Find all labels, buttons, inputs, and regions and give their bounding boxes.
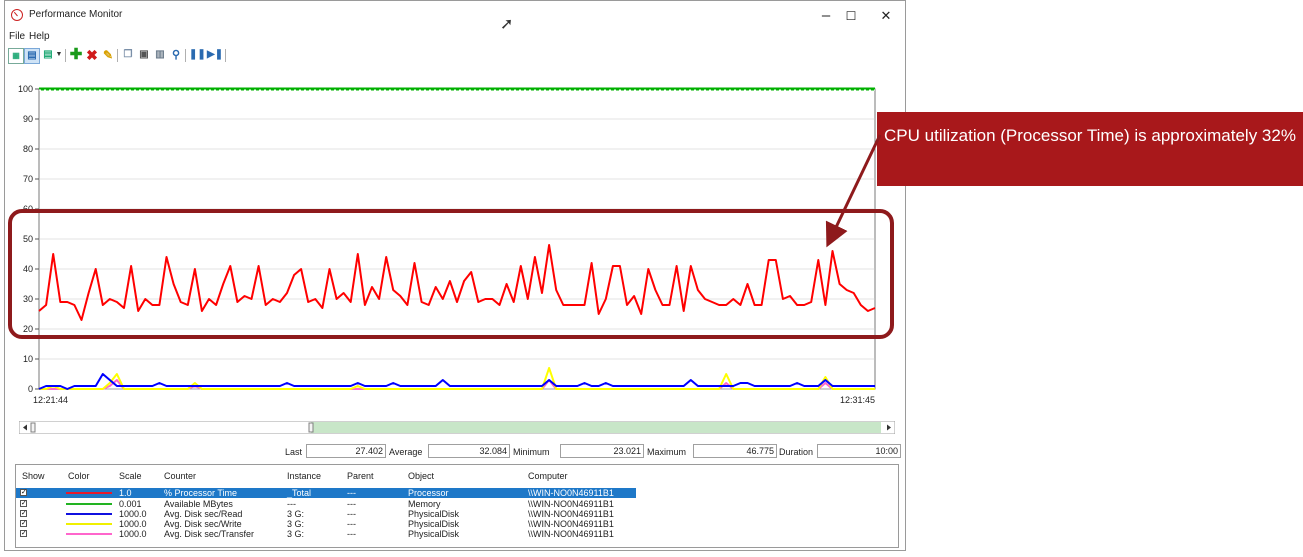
- callout-arrow-line: [825, 134, 882, 248]
- callout-arrow: [825, 134, 882, 248]
